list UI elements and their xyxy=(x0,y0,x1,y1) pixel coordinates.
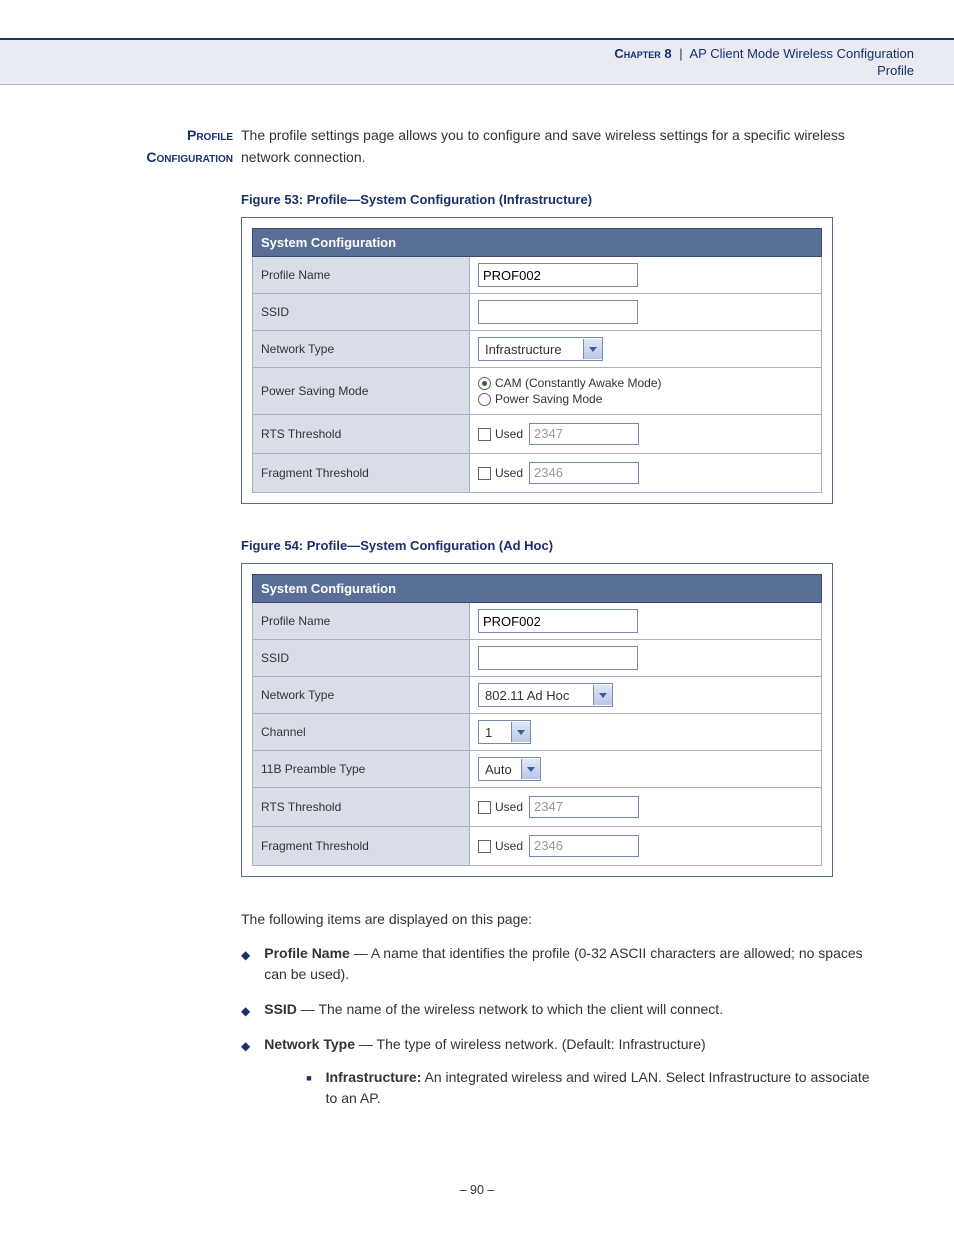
list-item: ◆ Network Type — The type of wireless ne… xyxy=(241,1034,876,1109)
label-rts: RTS Threshold xyxy=(253,415,470,454)
rts-value-input-2[interactable]: 2347 xyxy=(529,796,639,818)
preamble-select[interactable]: Auto xyxy=(478,757,541,781)
figure-54-caption: Figure 54: Profile—System Configuration … xyxy=(241,538,876,553)
fragment-used-checkbox-2[interactable] xyxy=(478,840,491,853)
label-ssid: SSID xyxy=(253,294,470,331)
item-list: ◆ Profile Name — A name that identifies … xyxy=(241,943,876,1109)
header-title: AP Client Mode Wireless Configuration xyxy=(690,46,914,61)
rts-used-checkbox-2[interactable] xyxy=(478,801,491,814)
profile-name-input-2[interactable] xyxy=(478,609,638,633)
square-bullet-icon: ■ xyxy=(306,1072,311,1086)
list-item: ◆ SSID — The name of the wireless networ… xyxy=(241,999,876,1020)
label-channel: Channel xyxy=(253,714,470,751)
figure-53-title: System Configuration xyxy=(253,229,822,257)
fragment-used-label: Used xyxy=(495,466,523,480)
page-header: Chapter 8 | AP Client Mode Wireless Conf… xyxy=(0,38,954,85)
radio-dot-icon xyxy=(478,393,491,406)
chevron-down-icon xyxy=(583,339,602,359)
label-profile-name: Profile Name xyxy=(253,257,470,294)
fragment-value-input-2[interactable]: 2346 xyxy=(529,835,639,857)
rts-used-label: Used xyxy=(495,427,523,441)
list-item: ■ Infrastructure: An integrated wireless… xyxy=(306,1067,876,1109)
label-network-type-2: Network Type xyxy=(253,677,470,714)
network-type-select-2[interactable]: 802.11 Ad Hoc xyxy=(478,683,613,707)
label-rts-2: RTS Threshold xyxy=(253,788,470,827)
rts-value-input[interactable]: 2347 xyxy=(529,423,639,445)
figure-53-panel: System Configuration Profile Name SSID N… xyxy=(241,217,833,504)
radio-cam[interactable]: CAM (Constantly Awake Mode) xyxy=(478,376,813,390)
chevron-down-icon xyxy=(521,759,540,779)
diamond-bullet-icon: ◆ xyxy=(241,1037,250,1055)
label-network-type: Network Type xyxy=(253,331,470,368)
fragment-used-label-2: Used xyxy=(495,839,523,853)
items-intro: The following items are displayed on thi… xyxy=(241,911,876,927)
list-item: ◆ Profile Name — A name that identifies … xyxy=(241,943,876,985)
network-type-select[interactable]: Infrastructure xyxy=(478,337,603,361)
figure-54-panel: System Configuration Profile Name SSID N… xyxy=(241,563,833,877)
label-power-saving: Power Saving Mode xyxy=(253,368,470,415)
figure-54-title: System Configuration xyxy=(253,575,822,603)
label-ssid-2: SSID xyxy=(253,640,470,677)
rts-used-label-2: Used xyxy=(495,800,523,814)
label-fragment: Fragment Threshold xyxy=(253,454,470,493)
ssid-input-2[interactable] xyxy=(478,646,638,670)
fragment-used-checkbox[interactable] xyxy=(478,467,491,480)
diamond-bullet-icon: ◆ xyxy=(241,946,250,964)
chapter-label: Chapter 8 xyxy=(614,46,671,61)
section-side-heading: Profile Configuration xyxy=(78,125,241,168)
radio-psm[interactable]: Power Saving Mode xyxy=(478,392,813,406)
profile-name-input[interactable] xyxy=(478,263,638,287)
label-preamble: 11B Preamble Type xyxy=(253,751,470,788)
chevron-down-icon xyxy=(593,685,612,705)
label-profile-name-2: Profile Name xyxy=(253,603,470,640)
figure-53-caption: Figure 53: Profile—System Configuration … xyxy=(241,192,876,207)
rts-used-checkbox[interactable] xyxy=(478,428,491,441)
radio-dot-icon xyxy=(478,377,491,390)
diamond-bullet-icon: ◆ xyxy=(241,1002,250,1020)
header-subtitle: Profile xyxy=(40,63,914,78)
ssid-input[interactable] xyxy=(478,300,638,324)
page-number: – 90 – xyxy=(0,1183,954,1237)
section-intro-text: The profile settings page allows you to … xyxy=(241,125,876,168)
label-fragment-2: Fragment Threshold xyxy=(253,827,470,866)
chevron-down-icon xyxy=(511,722,530,742)
fragment-value-input[interactable]: 2346 xyxy=(529,462,639,484)
separator: | xyxy=(679,46,682,61)
channel-select[interactable]: 1 xyxy=(478,720,531,744)
